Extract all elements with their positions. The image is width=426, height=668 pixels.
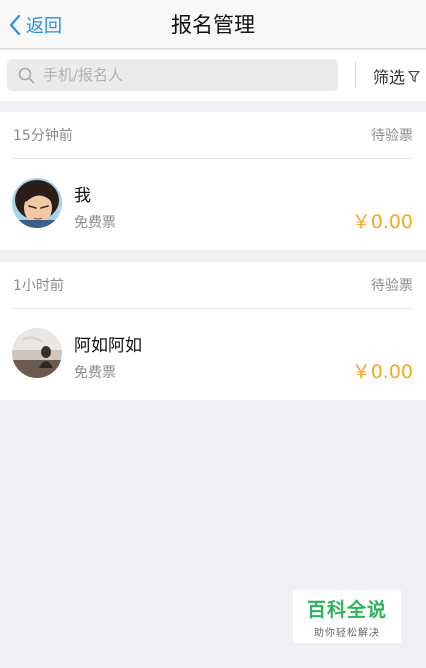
ticket-type: 免费票 — [74, 365, 116, 381]
registration-group: 15分钟前 待验票 我 免费票 ￥0.00 — [0, 112, 426, 250]
search-box[interactable] — [7, 59, 338, 91]
watermark-subtitle: 助你轻松解决 — [314, 627, 380, 639]
filter-funnel-icon — [408, 70, 420, 82]
ticket-type: 免费票 — [74, 215, 116, 231]
registrant-name: 阿如阿如 — [74, 336, 142, 356]
registration-group: 1小时前 待验票 阿如阿如 免费票 ￥0.00 — [0, 262, 426, 400]
status-label: 待验票 — [371, 128, 413, 144]
watermark-title: 百科全说 — [306, 598, 387, 621]
search-divider — [355, 62, 356, 88]
group-header: 1小时前 待验票 — [13, 262, 413, 309]
search-icon — [18, 67, 35, 83]
registrant-name: 我 — [74, 186, 91, 206]
filter-label: 筛选 — [373, 68, 406, 87]
ticket-price: ￥0.00 — [351, 211, 413, 233]
time-label: 15分钟前 — [13, 128, 73, 144]
navigation-bar: 返回 报名管理 — [0, 0, 426, 49]
status-label: 待验票 — [371, 278, 413, 294]
watermark-logo: 百科全说 助你轻松解决 — [293, 590, 401, 643]
group-header: 15分钟前 待验票 — [13, 112, 413, 159]
search-input[interactable] — [43, 66, 323, 84]
ticket-price: ￥0.00 — [351, 361, 413, 383]
avatar-photo-icon — [12, 328, 62, 378]
time-label: 1小时前 — [13, 278, 64, 294]
avatar-cartoon-icon — [12, 178, 62, 228]
page-title: 报名管理 — [171, 13, 255, 37]
registration-item[interactable]: 阿如阿如 免费票 ￥0.00 — [0, 309, 426, 400]
search-bar: 筛选 — [0, 50, 426, 101]
filter-button[interactable]: 筛选 — [373, 63, 420, 89]
registration-item[interactable]: 我 免费票 ￥0.00 — [0, 159, 426, 250]
